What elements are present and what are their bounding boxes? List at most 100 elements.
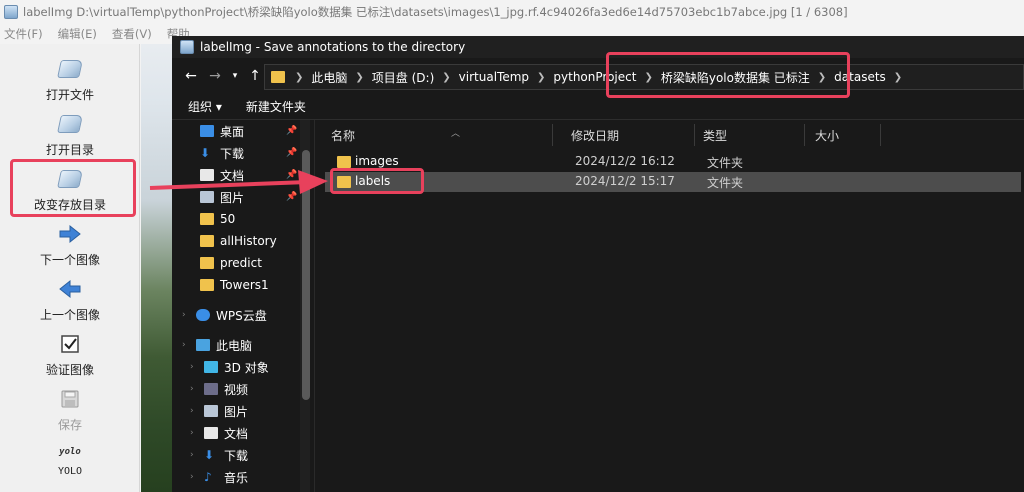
expand-chevron-icon[interactable]: ›	[182, 310, 190, 320]
pictures-icon	[200, 191, 214, 203]
nav-item-pictures[interactable]: 图片 📌	[172, 186, 314, 208]
verify-image-button[interactable]: 验证图像	[0, 331, 140, 378]
nav-item-downloads[interactable]: ⬇ 下载 📌	[172, 142, 314, 164]
breadcrumb-this-pc[interactable]: 此电脑	[311, 69, 347, 86]
video-icon	[204, 383, 218, 395]
breadcrumb-dataset-folder[interactable]: 桥梁缺陷yolo数据集 已标注	[661, 69, 810, 86]
folder-icon	[271, 71, 285, 83]
pictures-icon	[204, 405, 218, 417]
breadcrumb-virtualtemp[interactable]: virtualTemp	[459, 70, 529, 84]
folder-icon	[200, 213, 214, 225]
column-header-modified[interactable]: 修改日期	[565, 124, 695, 146]
pin-icon: 📌	[286, 126, 298, 136]
open-file-button[interactable]: 打开文件	[0, 56, 140, 103]
column-header-label: 大小	[815, 128, 840, 143]
nav-item-label: predict	[220, 256, 262, 270]
column-header-label: 名称	[331, 128, 356, 143]
yolo-format-label: YOLO	[57, 466, 83, 477]
nav-item-label: 音乐	[224, 470, 249, 485]
expand-chevron-icon[interactable]: ›	[182, 340, 190, 350]
labelimg-app-icon	[4, 5, 18, 19]
file-type: 文件夹	[707, 156, 744, 170]
back-arrow-icon[interactable]: ←	[180, 65, 202, 87]
open-dir-button[interactable]: 打开目录	[0, 111, 140, 158]
nav-item-music[interactable]: › ♪ 音乐	[172, 466, 314, 488]
file-row-labels[interactable]: labels 2024/12/2 15:17 文件夹	[325, 172, 1021, 192]
save-button[interactable]: 保存	[0, 386, 140, 433]
column-header-type[interactable]: 类型	[697, 124, 805, 146]
nav-item-documents[interactable]: 文档 📌	[172, 164, 314, 186]
chevron-right-icon[interactable]: ❯	[644, 72, 652, 83]
expand-chevron-icon[interactable]: ›	[190, 428, 198, 438]
nav-item-label: 下载	[224, 448, 249, 463]
up-arrow-icon[interactable]: ↑	[244, 65, 266, 87]
chevron-right-icon[interactable]: ❯	[442, 72, 450, 83]
nav-item-label: 图片	[220, 190, 245, 205]
expand-chevron-icon[interactable]: ›	[190, 472, 198, 482]
chevron-right-icon[interactable]: ❯	[894, 72, 902, 83]
nav-item-predict[interactable]: predict	[172, 252, 314, 274]
column-header-size[interactable]: 大小	[809, 124, 881, 146]
nav-item-downloads-pc[interactable]: › ⬇ 下载	[172, 444, 314, 466]
checkbox-icon	[57, 331, 83, 357]
command-bar: 组织 ▾ 新建文件夹	[172, 94, 1024, 120]
recent-locations-chevron-icon[interactable]: ▾	[228, 65, 242, 87]
chevron-right-icon[interactable]: ❯	[355, 72, 363, 83]
nav-item-3d-objects[interactable]: › 3D 对象	[172, 356, 314, 378]
breadcrumb-drive-d[interactable]: 项目盘 (D:)	[372, 69, 434, 86]
nav-item-documents-pc[interactable]: › 文档	[172, 422, 314, 444]
menu-edit[interactable]: 编辑(E)	[58, 26, 97, 42]
expand-chevron-icon[interactable]: ›	[190, 384, 198, 394]
nav-item-folder-50[interactable]: 50	[172, 208, 314, 230]
cube-icon	[204, 361, 218, 373]
nav-item-desktop[interactable]: 桌面 📌	[172, 120, 314, 142]
chevron-right-icon[interactable]: ❯	[295, 72, 303, 83]
nav-item-label: 文档	[220, 168, 245, 183]
nav-item-allhistory[interactable]: allHistory	[172, 230, 314, 252]
pin-icon: 📌	[286, 148, 298, 158]
nav-pane-scroll-thumb[interactable]	[302, 150, 310, 400]
forward-arrow-icon[interactable]: →	[204, 65, 226, 87]
navigation-bar: ← → ▾ ↑ ❯ 此电脑 ❯ 项目盘 (D:) ❯ virtualTemp ❯…	[172, 58, 1024, 94]
expand-chevron-icon[interactable]: ›	[190, 362, 198, 372]
cloud-icon	[196, 309, 210, 321]
nav-item-videos[interactable]: › 视频	[172, 378, 314, 400]
yolo-format-button[interactable]: yolo YOLO	[0, 442, 140, 477]
chevron-right-icon[interactable]: ❯	[537, 72, 545, 83]
file-row-images[interactable]: images 2024/12/2 16:12 文件夹	[325, 152, 1021, 172]
breadcrumb-datasets[interactable]: datasets	[834, 70, 886, 84]
expand-chevron-icon[interactable]: ›	[190, 406, 198, 416]
sort-ascending-icon: ︿	[451, 129, 461, 139]
next-image-button[interactable]: 下一个图像	[0, 221, 140, 268]
address-bar[interactable]: ❯ 此电脑 ❯ 项目盘 (D:) ❯ virtualTemp ❯ pythonP…	[264, 64, 1024, 90]
chevron-right-icon[interactable]: ❯	[818, 72, 826, 83]
change-save-dir-button[interactable]: 改变存放目录	[0, 166, 140, 213]
file-name: labels	[355, 174, 391, 188]
new-folder-button[interactable]: 新建文件夹	[246, 98, 306, 115]
expand-chevron-icon[interactable]: ›	[190, 450, 198, 460]
dialog-titlebar: labelImg - Save annotations to the direc…	[172, 36, 1024, 58]
folder-open-icon	[57, 111, 83, 137]
column-header-name[interactable]: 名称 ︿	[325, 124, 553, 146]
nav-item-label: 下载	[220, 146, 245, 161]
prev-image-button[interactable]: 上一个图像	[0, 276, 140, 323]
nav-item-towers1[interactable]: Towers1	[172, 274, 314, 296]
nav-item-label: 桌面	[220, 124, 245, 139]
pin-icon: 📌	[286, 170, 298, 180]
breadcrumb-pythonproject[interactable]: pythonProject	[553, 70, 636, 84]
menu-file[interactable]: 文件(F)	[4, 26, 43, 42]
folder-icon	[200, 235, 214, 247]
image-canvas[interactable]	[141, 44, 173, 492]
file-type: 文件夹	[707, 176, 744, 190]
folder-icon	[200, 279, 214, 291]
organize-menu-button[interactable]: 组织 ▾	[188, 98, 222, 115]
open-file-label: 打开文件	[45, 88, 94, 102]
nav-item-this-pc[interactable]: › 此电脑	[172, 334, 314, 356]
document-icon	[200, 169, 214, 181]
menu-view[interactable]: 查看(V)	[112, 26, 152, 42]
nav-item-label: 50	[220, 212, 236, 226]
file-list: 名称 ︿ 修改日期 类型 大小 images 2024/12/2 16:12 文…	[314, 120, 1024, 492]
document-icon	[204, 427, 218, 439]
nav-item-pictures-pc[interactable]: › 图片	[172, 400, 314, 422]
nav-item-wps-cloud[interactable]: › WPS云盘	[172, 304, 314, 326]
